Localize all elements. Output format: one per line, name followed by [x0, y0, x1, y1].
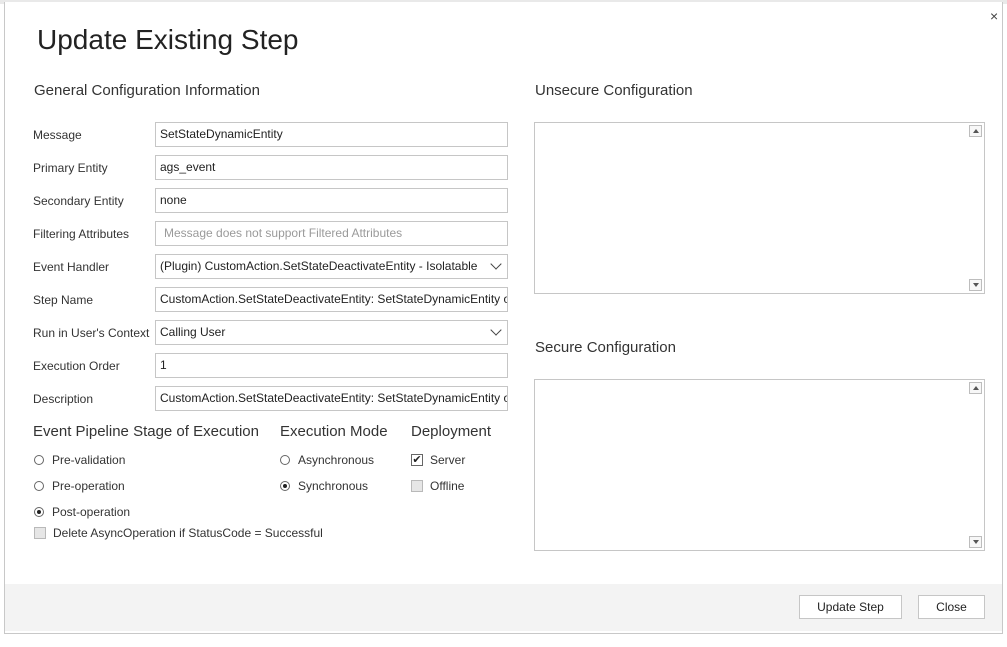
delete-async-label: Delete AsyncOperation if StatusCode = Su… [53, 526, 323, 540]
scrollbar[interactable] [966, 123, 984, 293]
primary-entity-field[interactable]: ags_event [155, 155, 508, 180]
radio-icon [34, 481, 44, 491]
step-name-label: Step Name [33, 293, 94, 307]
chevron-down-icon[interactable] [487, 256, 505, 276]
checkmark-icon: ✔ [411, 454, 423, 466]
radio-icon [280, 455, 290, 465]
scroll-down-icon[interactable] [969, 536, 982, 548]
synchronous-label: Synchronous [298, 479, 369, 493]
execution-order-label: Execution Order [33, 359, 120, 373]
execution-mode-title: Execution Mode [280, 423, 388, 440]
run-context-value: Calling User [160, 325, 226, 339]
event-handler-value: (Plugin) CustomAction.SetStateDeactivate… [160, 259, 478, 273]
radio-selected-icon [34, 507, 44, 517]
filtering-attributes-label: Filtering Attributes [33, 227, 130, 241]
server-label: Server [430, 453, 466, 467]
execution-order-field[interactable]: 1 [155, 353, 508, 378]
checkbox-icon [34, 527, 46, 539]
filtering-attributes-field: Message does not support Filtered Attrib… [155, 221, 508, 246]
description-label: Description [33, 392, 94, 406]
message-label: Message [33, 128, 82, 142]
event-handler-select[interactable]: (Plugin) CustomAction.SetStateDeactivate… [155, 254, 508, 279]
radio-icon [34, 455, 44, 465]
secure-config-textarea[interactable] [534, 379, 985, 551]
deployment-title: Deployment [411, 423, 492, 440]
close-icon[interactable]: × [990, 8, 998, 24]
scroll-up-icon[interactable] [969, 125, 982, 137]
dialog-title: Update Existing Step [37, 24, 299, 55]
step-name-field[interactable]: CustomAction.SetStateDeactivateEntity: S… [155, 287, 508, 312]
pre-operation-label: Pre-operation [52, 479, 125, 493]
close-button[interactable]: Close [918, 595, 985, 619]
synchronous-radio[interactable]: Synchronous [280, 479, 368, 493]
update-step-button[interactable]: Update Step [799, 595, 902, 619]
offline-checkbox[interactable]: Offline [411, 479, 464, 493]
scroll-up-icon[interactable] [969, 382, 982, 394]
event-handler-label: Event Handler [33, 260, 110, 274]
radio-selected-icon [280, 481, 290, 491]
pre-operation-radio[interactable]: Pre-operation [34, 479, 125, 493]
pipeline-stage-title: Event Pipeline Stage of Execution [33, 423, 259, 440]
unsecure-config-title: Unsecure Configuration [535, 82, 693, 99]
post-operation-label: Post-operation [52, 505, 131, 519]
run-context-select[interactable]: Calling User [155, 320, 508, 345]
server-checkbox[interactable]: ✔ Server [411, 453, 465, 467]
primary-entity-label: Primary Entity [33, 161, 108, 175]
secondary-entity-field[interactable]: none [155, 188, 508, 213]
checkbox-icon [411, 480, 423, 492]
pre-validation-radio[interactable]: Pre-validation [34, 453, 125, 467]
general-config-title: General Configuration Information [34, 82, 260, 99]
pre-validation-label: Pre-validation [52, 453, 126, 467]
chevron-down-icon[interactable] [487, 322, 505, 342]
scroll-down-icon[interactable] [969, 279, 982, 291]
offline-label: Offline [430, 479, 465, 493]
delete-async-checkbox[interactable]: Delete AsyncOperation if StatusCode = Su… [34, 526, 323, 540]
scrollbar[interactable] [966, 380, 984, 550]
secure-config-title: Secure Configuration [535, 339, 676, 356]
unsecure-config-textarea[interactable] [534, 122, 985, 294]
description-field[interactable]: CustomAction.SetStateDeactivateEntity: S… [155, 386, 508, 411]
message-field[interactable]: SetStateDynamicEntity [155, 122, 508, 147]
post-operation-radio[interactable]: Post-operation [34, 505, 130, 519]
asynchronous-radio[interactable]: Asynchronous [280, 453, 374, 467]
asynchronous-label: Asynchronous [298, 453, 375, 467]
run-context-label: Run in User's Context [33, 326, 150, 340]
secondary-entity-label: Secondary Entity [33, 194, 124, 208]
